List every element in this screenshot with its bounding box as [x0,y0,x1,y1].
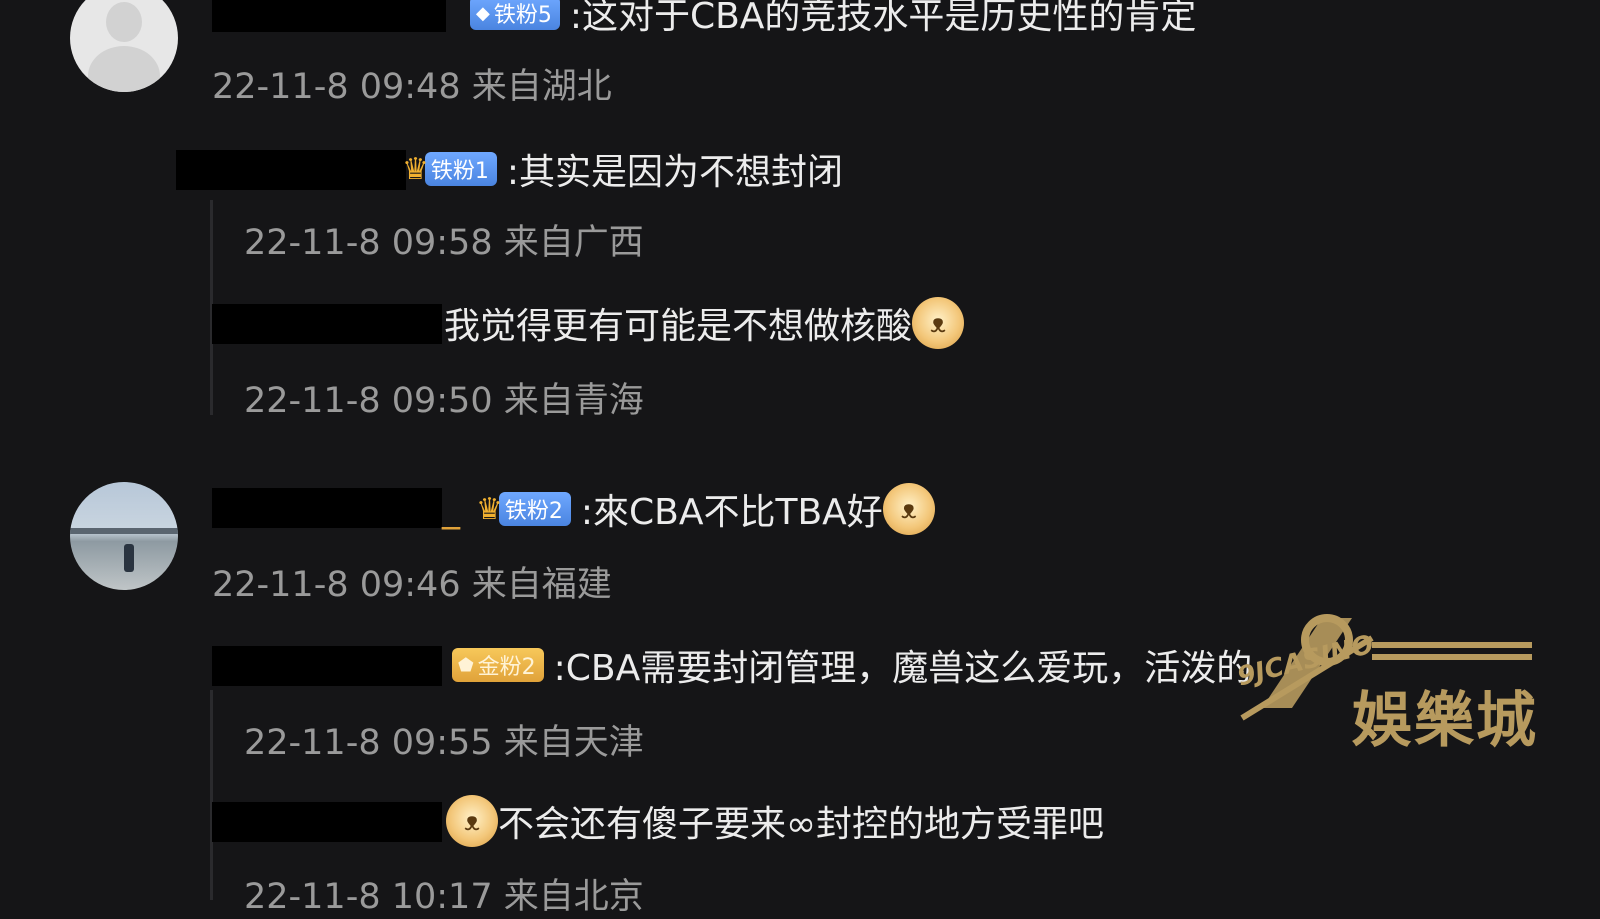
comment-meta: 22-11-8 09:55 来自天津 [244,723,644,763]
redacted-username [212,488,442,528]
fan-badge[interactable]: ◆ 铁粉5 [470,0,560,30]
fan-badge[interactable]: ⬟ 金粉2 [452,648,544,682]
casino-watermark: 9JCASINO 娛樂城 [1222,598,1542,756]
comment-text: 我觉得更有可能是不想做核酸 [444,306,913,347]
fan-badge[interactable]: 铁粉1 [424,152,497,186]
redacted-username [212,304,442,344]
comment-line: ᴥ 不会还有傻子要来∞封控的地方受罪吧 [446,795,1104,847]
redacted-username [212,0,446,32]
doge-emoji-icon: ᴥ [882,483,935,535]
comment-meta: 22-11-8 09:48 来自湖北 [212,67,612,107]
redacted-username [212,802,442,842]
doge-emoji-icon: ᴥ [446,795,498,847]
diamond-icon: ◆ [476,2,490,24]
comment-line: _ ♛ 铁粉2 :來CBA不比TBA好 ᴥ [442,483,935,535]
comment-text: :來CBA不比TBA好 [580,492,883,533]
comment-line: ♛ 铁粉1 :其实是因为不想封闭 [402,144,843,194]
comment-text: 不会还有傻子要来∞封控的地方受罪吧 [498,804,1104,845]
doge-emoji-icon: ᴥ [912,297,965,349]
comment-meta: 22-11-8 09:58 来自广西 [244,223,644,263]
comment-meta: 22-11-8 09:50 来自青海 [244,381,644,421]
avatar[interactable] [70,0,178,92]
comment-line: ⬟ 金粉2 :CBA需要封闭管理，魔兽这么爱玩，活泼的 [452,640,1252,690]
comment-line: 我觉得更有可能是不想做核酸 ᴥ [444,297,965,349]
redacted-username [212,646,442,686]
comment-line: ◆ 铁粉5 :这对于CBA的竞技水平是历史性的肯定 [470,0,1196,38]
gold-medal-icon: ⬟ [458,654,474,676]
avatar[interactable] [70,482,178,590]
reply-thread-divider [210,690,213,900]
comment-text: :其实是因为不想封闭 [506,152,844,193]
redacted-username [176,150,406,190]
username-suffix: _ [442,488,460,530]
crown-icon: ♛ [476,491,503,527]
comment-text: :这对于CBA的竞技水平是历史性的肯定 [569,0,1197,37]
crown-icon: ♛ [402,151,429,187]
comment-meta: 22-11-8 10:17 来自北京 [244,877,644,917]
watermark-lines [1372,642,1532,666]
comment-meta: 22-11-8 09:46 来自福建 [212,565,612,605]
comment-text: :CBA需要封闭管理，魔兽这么爱玩，活泼的 [553,648,1253,689]
fan-badge[interactable]: 铁粉2 [498,492,571,526]
watermark-brand-text: 娛樂城 [1352,686,1538,756]
